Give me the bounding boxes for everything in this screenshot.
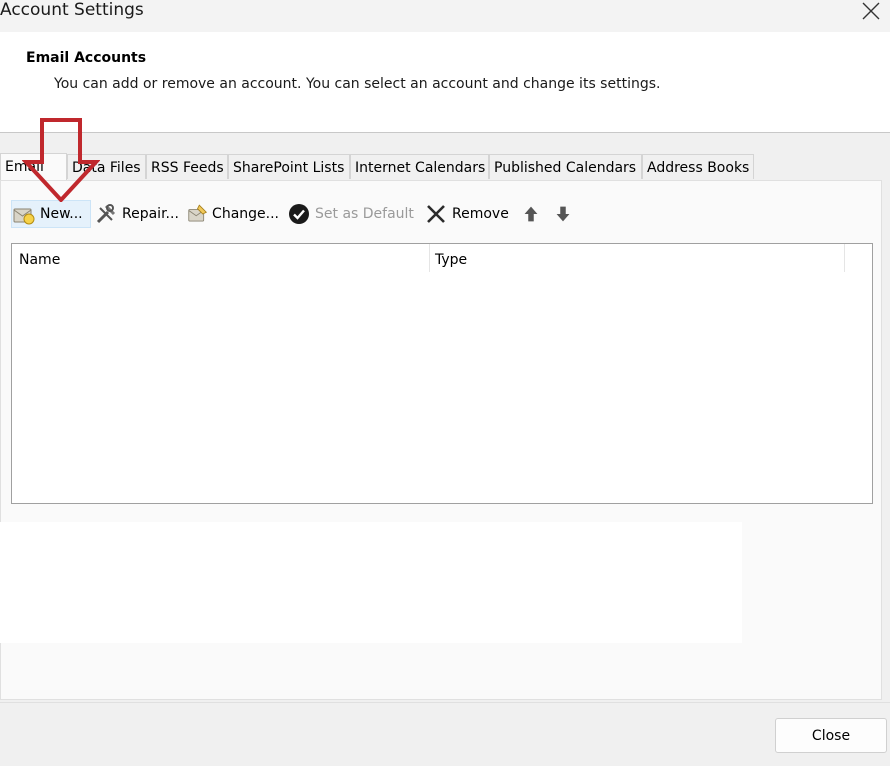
new-button-label: New... [40, 206, 83, 222]
close-icon[interactable] [860, 0, 882, 22]
column-header-name[interactable]: Name [12, 244, 429, 274]
tab-data-files[interactable]: Data Files [67, 154, 146, 179]
repair-tools-icon [96, 204, 116, 224]
change-button[interactable]: Change... [187, 200, 279, 228]
move-up-button[interactable] [520, 200, 542, 228]
move-down-button[interactable] [552, 200, 574, 228]
tab-email[interactable]: Email [0, 153, 67, 180]
blank-area [0, 522, 742, 643]
set-default-button[interactable]: Set as Default [287, 200, 415, 228]
repair-button-label: Repair... [122, 206, 179, 222]
tab-published-calendars[interactable]: Published Calendars [489, 154, 642, 179]
checkmark-circle-icon [289, 204, 309, 224]
header-panel: Email Accounts You can add or remove an … [0, 32, 890, 133]
column-divider[interactable] [844, 244, 845, 272]
title-bar: Account Settings [0, 0, 890, 32]
tab-rss-feeds[interactable]: RSS Feeds [146, 154, 228, 179]
section-description: You can add or remove an account. You ca… [54, 76, 661, 92]
column-header-type[interactable]: Type [428, 244, 844, 274]
repair-button[interactable]: Repair... [94, 200, 180, 228]
tab-sharepoint-lists[interactable]: SharePoint Lists [228, 154, 350, 179]
footer [0, 703, 890, 766]
section-title: Email Accounts [26, 50, 147, 66]
close-button[interactable]: Close [775, 718, 887, 753]
arrow-down-icon [556, 206, 570, 222]
new-account-icon [13, 208, 35, 225]
change-account-icon [188, 204, 208, 222]
tab-internet-calendars[interactable]: Internet Calendars [350, 154, 489, 179]
set-default-button-label: Set as Default [315, 206, 414, 222]
window-title: Account Settings [0, 0, 144, 20]
remove-x-icon [427, 205, 445, 223]
tab-address-books[interactable]: Address Books [642, 154, 754, 179]
new-button[interactable]: New... [11, 200, 91, 228]
accounts-list[interactable]: Name Type [11, 243, 873, 504]
arrow-up-icon [524, 206, 538, 222]
change-button-label: Change... [212, 206, 279, 222]
remove-button-label: Remove [452, 206, 509, 222]
remove-button[interactable]: Remove [424, 200, 510, 228]
